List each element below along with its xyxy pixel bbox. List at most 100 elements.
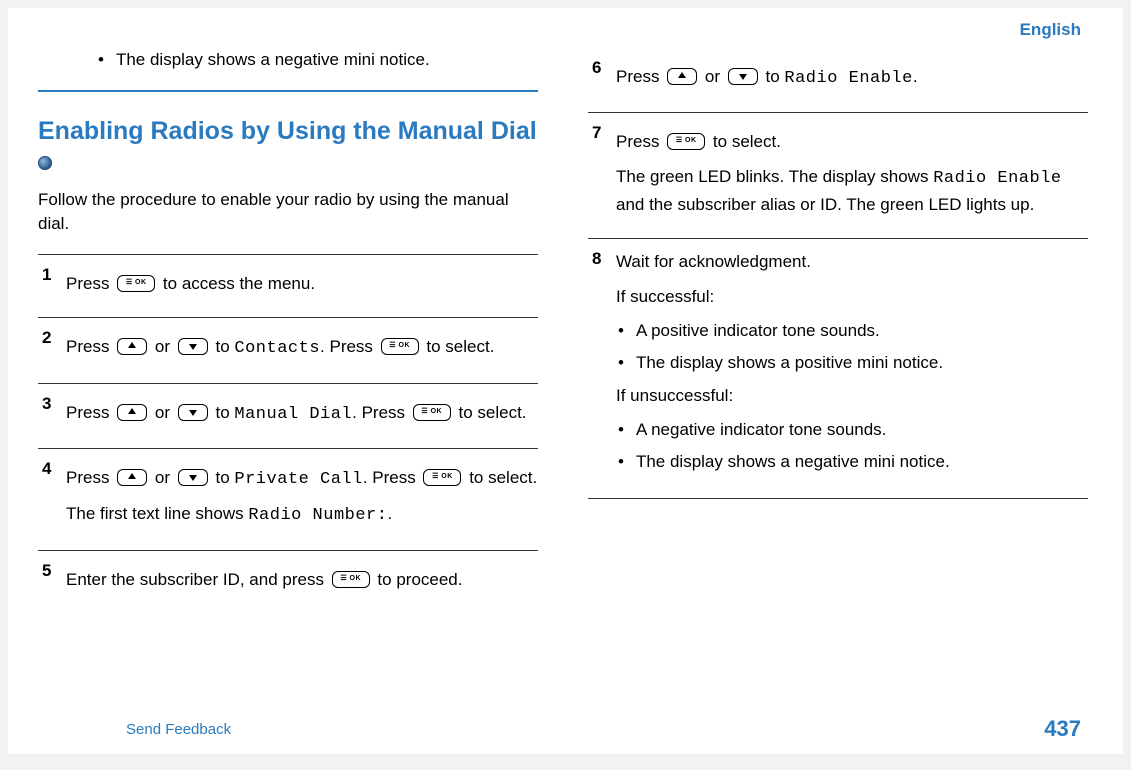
text: to (216, 403, 235, 422)
text: Enter the subscriber ID, and press (66, 570, 329, 589)
step-number: 1 (38, 265, 66, 305)
step-3: 3 Press or to Manual Dial. Press to sele… (38, 383, 538, 448)
step-body: Press or to Manual Dial. Press to select… (66, 394, 527, 436)
up-arrow-icon (117, 469, 147, 486)
text: Wait for acknowledgment. (616, 249, 950, 275)
up-arrow-icon (667, 68, 697, 85)
step-number: 4 (38, 459, 66, 538)
left-column: • The display shows a negative mini noti… (38, 48, 538, 613)
step-5: 5 Enter the subscriber ID, and press to … (38, 550, 538, 613)
text: to access the menu. (163, 274, 315, 293)
text: The display shows a negative mini notice… (636, 449, 950, 475)
page-number: 437 (1044, 716, 1081, 742)
text: . (913, 67, 918, 86)
step-number: 3 (38, 394, 66, 436)
up-arrow-icon (117, 338, 147, 355)
text: Press (66, 403, 114, 422)
text: If successful: (616, 284, 950, 310)
menu-item: Private Call (234, 470, 362, 489)
step-number: 7 (588, 123, 616, 226)
display-text: Radio Enable (933, 169, 1061, 188)
text: . (387, 504, 392, 523)
text: Press (66, 274, 114, 293)
down-arrow-icon (178, 338, 208, 355)
step-body: Enter the subscriber ID, and press to pr… (66, 561, 462, 601)
up-arrow-icon (117, 404, 147, 421)
down-arrow-icon (728, 68, 758, 85)
text: Press (616, 67, 664, 86)
text: . Press (320, 337, 378, 356)
text: A negative indicator tone sounds. (636, 417, 886, 443)
text: and the subscriber alias or ID. The gree… (616, 195, 1034, 214)
step-body: Press or to Private Call. Press to selec… (66, 459, 537, 538)
list-item: • The display shows a positive mini notic… (618, 350, 950, 376)
step-body: Wait for acknowledgment. If successful: … (616, 249, 950, 481)
bullet-icon: • (618, 350, 624, 376)
text: to (766, 67, 785, 86)
text: to select. (713, 132, 781, 151)
prev-bullet-text: The display shows a negative mini notice… (116, 48, 430, 72)
section-title-text: Enabling Radios by Using the Manual Dial (38, 117, 537, 145)
step-1: 1 Press to access the menu. (38, 254, 538, 317)
menu-item: Radio Enable (784, 69, 912, 88)
ok-button-icon (117, 275, 155, 292)
text: The green LED blinks. The display shows (616, 167, 933, 186)
step-4: 4 Press or to Private Call. Press to sel… (38, 448, 538, 550)
text: to select. (426, 337, 494, 356)
text: or (155, 468, 175, 487)
send-feedback-link[interactable]: Send Feedback (126, 721, 231, 738)
prev-section-bullet: • The display shows a negative mini noti… (98, 48, 538, 72)
text: Press (66, 337, 114, 356)
step-number: 6 (588, 58, 616, 100)
text: to select. (458, 403, 526, 422)
text: or (155, 403, 175, 422)
menu-item: Contacts (234, 339, 320, 358)
list-item: • A negative indicator tone sounds. (618, 417, 950, 443)
bullet-icon: • (98, 48, 104, 72)
menu-item: Manual Dial (234, 405, 352, 424)
bullet-icon: • (618, 318, 624, 344)
text: to proceed. (377, 570, 462, 589)
step-8: 8 Wait for acknowledgment. If successful… (588, 238, 1088, 493)
step-number: 2 (38, 328, 66, 370)
step-body: Press or to Radio Enable. (616, 58, 918, 100)
ok-button-icon (667, 133, 705, 150)
text: to (216, 337, 235, 356)
text: The first text line shows (66, 504, 248, 523)
text: If unsuccessful: (616, 383, 950, 409)
text: The display shows a positive mini notice… (636, 350, 943, 376)
step-number: 5 (38, 561, 66, 601)
ok-button-icon (381, 338, 419, 355)
step-body: Press to select. The green LED blinks. T… (616, 123, 1088, 226)
page-footer: Send Feedback 437 (8, 716, 1123, 742)
text: or (705, 67, 725, 86)
down-arrow-icon (178, 469, 208, 486)
right-column: 6 Press or to Radio Enable. 7 (588, 48, 1088, 613)
list-item: • A positive indicator tone sounds. (618, 318, 950, 344)
step-6: 6 Press or to Radio Enable. (588, 48, 1088, 112)
ok-button-icon (332, 571, 370, 588)
text: Press (66, 468, 114, 487)
display-text: Radio Number: (248, 506, 387, 525)
section-divider (38, 90, 538, 92)
down-arrow-icon (178, 404, 208, 421)
ok-button-icon (413, 404, 451, 421)
globe-icon (38, 156, 52, 170)
bullet-icon: • (618, 449, 624, 475)
section-intro: Follow the procedure to enable your radi… (38, 188, 538, 236)
text: or (155, 337, 175, 356)
step-number: 8 (588, 249, 616, 481)
bullet-icon: • (618, 417, 624, 443)
text: Press (616, 132, 664, 151)
step-2: 2 Press or to Contacts. Press to select. (38, 317, 538, 382)
section-title: Enabling Radios by Using the Manual Dial (38, 116, 538, 179)
text: . Press (352, 403, 410, 422)
list-item: • The display shows a negative mini notic… (618, 449, 950, 475)
text: to (216, 468, 235, 487)
ok-button-icon (423, 469, 461, 486)
step-body: Press to access the menu. (66, 265, 315, 305)
text: A positive indicator tone sounds. (636, 318, 880, 344)
step-body: Press or to Contacts. Press to select. (66, 328, 494, 370)
language-header: English (38, 18, 1093, 40)
text: to select. (469, 468, 537, 487)
